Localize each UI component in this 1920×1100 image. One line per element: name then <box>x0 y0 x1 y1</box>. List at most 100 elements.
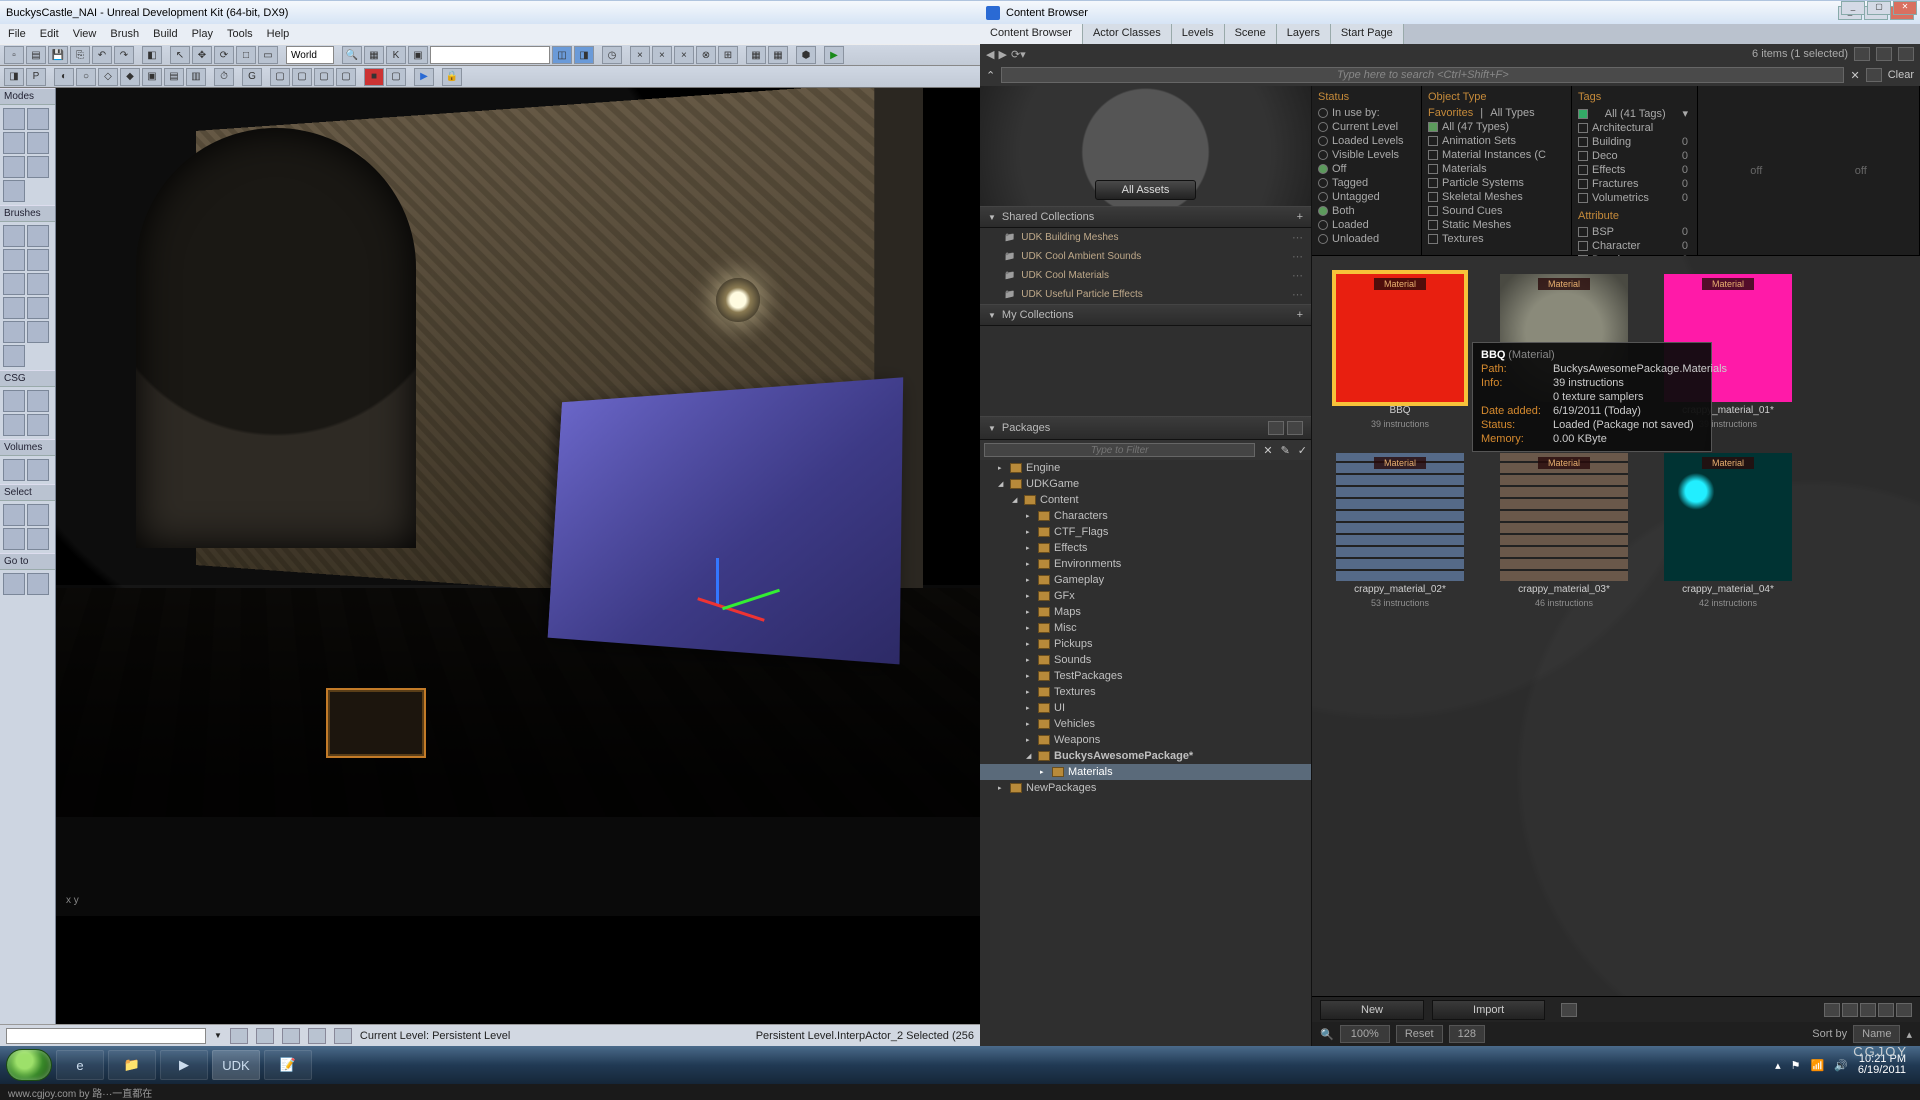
tb-scale-icon[interactable]: □ <box>236 46 256 64</box>
filter-option[interactable]: Current Level <box>1318 120 1415 134</box>
tab-actor-classes[interactable]: Actor Classes <box>1083 24 1172 44</box>
tb2-wire-icon[interactable]: ◇ <box>98 68 118 86</box>
cb-fwd-icon[interactable]: ▶ <box>998 48 1006 61</box>
filter-favorites[interactable]: Favorites <box>1428 107 1473 119</box>
filter-option[interactable]: Loaded <box>1318 218 1415 232</box>
pkg-tree-row[interactable]: ▸Misc <box>980 620 1311 636</box>
tb2-misc3-icon[interactable]: ▥ <box>186 68 206 86</box>
asset-thumbnail-grid[interactable]: MaterialBBQ39 instructionsMaterialMateri… <box>1312 256 1920 996</box>
win-close-button[interactable]: ✕ <box>1893 1 1917 15</box>
tb2-play-icon[interactable]: ▶ <box>414 68 434 86</box>
shared-collection-item[interactable]: UDK Cool Materials⋯ <box>980 266 1311 285</box>
tab-levels[interactable]: Levels <box>1172 24 1225 44</box>
tb-box3[interactable] <box>430 46 550 64</box>
mode-tex-icon[interactable] <box>3 156 25 178</box>
filter-option[interactable]: Tagged <box>1318 176 1415 190</box>
editor-menubar[interactable]: File Edit View Brush Build Play Tools He… <box>0 24 980 44</box>
tb2-x1-icon[interactable]: ▢ <box>270 68 290 86</box>
cb-zoom-reset[interactable]: Reset <box>1396 1025 1443 1043</box>
pkg-tree-row[interactable]: ▸GFx <box>980 588 1311 604</box>
csg-deint-icon[interactable] <box>27 414 49 436</box>
tb-kismet-icon[interactable]: K <box>386 46 406 64</box>
view-grid-icon[interactable] <box>1896 1003 1912 1017</box>
filter-option[interactable]: Unloaded <box>1318 232 1415 246</box>
vol-special-icon[interactable] <box>27 459 49 481</box>
filter-option[interactable]: Character0 <box>1578 239 1688 253</box>
cb-zoom-icon[interactable]: 🔍 <box>1320 1028 1334 1041</box>
tb2-lock-icon[interactable]: 🔒 <box>442 68 462 86</box>
taskbar-ie-icon[interactable]: e <box>56 1050 104 1080</box>
shared-collection-item[interactable]: UDK Cool Ambient Sounds⋯ <box>980 247 1311 266</box>
pkg-filter-pen-icon[interactable]: ✎ <box>1277 444 1294 457</box>
menu-play[interactable]: Play <box>192 28 213 40</box>
cb-copy-icon[interactable] <box>1898 47 1914 61</box>
sel-show-icon[interactable] <box>27 528 49 550</box>
pkg-tree-row[interactable]: ▸Environments <box>980 556 1311 572</box>
filter-option[interactable]: Animation Sets <box>1428 134 1565 148</box>
filter-option[interactable]: Both <box>1318 204 1415 218</box>
tray-net-icon[interactable]: 📶 <box>1810 1059 1824 1072</box>
new-button[interactable]: New <box>1320 1000 1424 1020</box>
cb-search-input[interactable]: Type here to search <Ctrl+Shift+F> <box>1001 67 1844 83</box>
package-tree[interactable]: ▸Engine◢UDKGame◢Content▸Characters▸CTF_F… <box>980 460 1311 1046</box>
menu-help[interactable]: Help <box>267 28 290 40</box>
asset-thumbnail[interactable]: Materialcrappy_material_03*46 instructio… <box>1494 453 1634 608</box>
mode-paint-icon[interactable] <box>27 156 49 178</box>
cb-all-assets-button[interactable]: All Assets <box>1095 180 1197 200</box>
status-btn4[interactable] <box>308 1028 326 1044</box>
cb-sort-field[interactable]: Name <box>1853 1025 1900 1043</box>
filter-option[interactable]: Off <box>1318 162 1415 176</box>
tb2-g-icon[interactable]: G <box>242 68 262 86</box>
tb-new-icon[interactable]: ▫ <box>4 46 24 64</box>
cb-thumb-size[interactable]: 128 <box>1449 1025 1485 1043</box>
brush-sphere-icon[interactable] <box>27 297 49 319</box>
goto-actor-icon[interactable] <box>3 573 25 595</box>
tb-scale-nonuniform-icon[interactable]: ▭ <box>258 46 278 64</box>
pkg-tree-row[interactable]: ▸TestPackages <box>980 668 1311 684</box>
sel-inv-icon[interactable] <box>3 528 25 550</box>
tb2-misc2-icon[interactable]: ▤ <box>164 68 184 86</box>
taskbar-explorer-icon[interactable]: 📁 <box>108 1050 156 1080</box>
asset-thumbnail[interactable]: MaterialBBQ39 instructions <box>1330 274 1470 429</box>
tb-misc2-icon[interactable]: × <box>652 46 672 64</box>
tb-view1-icon[interactable]: ◫ <box>552 46 572 64</box>
sel-all-icon[interactable] <box>3 504 25 526</box>
pkg-tree-row[interactable]: ▸Sounds <box>980 652 1311 668</box>
tb2-persp-icon[interactable]: P <box>26 68 46 86</box>
tb-saveall-icon[interactable]: ⎘ <box>70 46 90 64</box>
csg-int-icon[interactable] <box>3 414 25 436</box>
cb-refresh-icon[interactable]: ⟳▾ <box>1011 48 1026 61</box>
tb2-misc-icon[interactable]: ▣ <box>142 68 162 86</box>
shared-collection-item[interactable]: UDK Useful Particle Effects⋯ <box>980 285 1311 304</box>
tb-view2-icon[interactable]: ◨ <box>574 46 594 64</box>
tb-misc4-icon[interactable]: ⊗ <box>696 46 716 64</box>
cb-lock-icon[interactable] <box>1876 47 1892 61</box>
mode-mesh-icon[interactable] <box>27 132 49 154</box>
hdr-packages[interactable]: ▼Packages <box>980 416 1311 440</box>
tb-save-icon[interactable]: 💾 <box>48 46 68 64</box>
pkg-tree-row[interactable]: ▸UI <box>980 700 1311 716</box>
brush-stair-icon[interactable] <box>3 249 25 271</box>
tb-grid2-icon[interactable]: ▦ <box>768 46 788 64</box>
filter-option[interactable]: Skeletal Meshes <box>1428 190 1565 204</box>
view-thumb1-icon[interactable] <box>1824 1003 1840 1017</box>
filter-option[interactable]: Loaded Levels <box>1318 134 1415 148</box>
pkg-tree-row[interactable]: ▸NewPackages <box>980 780 1311 796</box>
vol-add-icon[interactable] <box>3 459 25 481</box>
windows-taskbar[interactable]: e 📁 ▶ UDK 📝 ▴ ⚑ 📶 🔊 10:21 PM 6/19/2011 <box>0 1046 1920 1084</box>
filter-option[interactable]: Material Instances (C <box>1428 148 1565 162</box>
taskbar-media-icon[interactable]: ▶ <box>160 1050 208 1080</box>
tb2-cam-icon[interactable]: ◨ <box>4 68 24 86</box>
tb2-x2-icon[interactable]: ▢ <box>292 68 312 86</box>
cb-search-clear-icon[interactable]: ✕ <box>1850 69 1859 82</box>
filter-alltypes[interactable]: All Types <box>1490 107 1534 119</box>
pkg-tree-row[interactable]: ▸CTF_Flags <box>980 524 1311 540</box>
pkg-tree-row[interactable]: ▸Vehicles <box>980 716 1311 732</box>
view-thumb3-icon[interactable] <box>1860 1003 1876 1017</box>
tb-cursor-icon[interactable]: ↖ <box>170 46 190 64</box>
cb-filter-icon[interactable] <box>1866 68 1882 82</box>
brush-cube-icon[interactable] <box>3 225 25 247</box>
brush-spiral-icon[interactable] <box>3 273 25 295</box>
asset-thumbnail[interactable]: Materialcrappy_material_02*53 instructio… <box>1330 453 1470 608</box>
pkg-tree-row[interactable]: ▸Textures <box>980 684 1311 700</box>
